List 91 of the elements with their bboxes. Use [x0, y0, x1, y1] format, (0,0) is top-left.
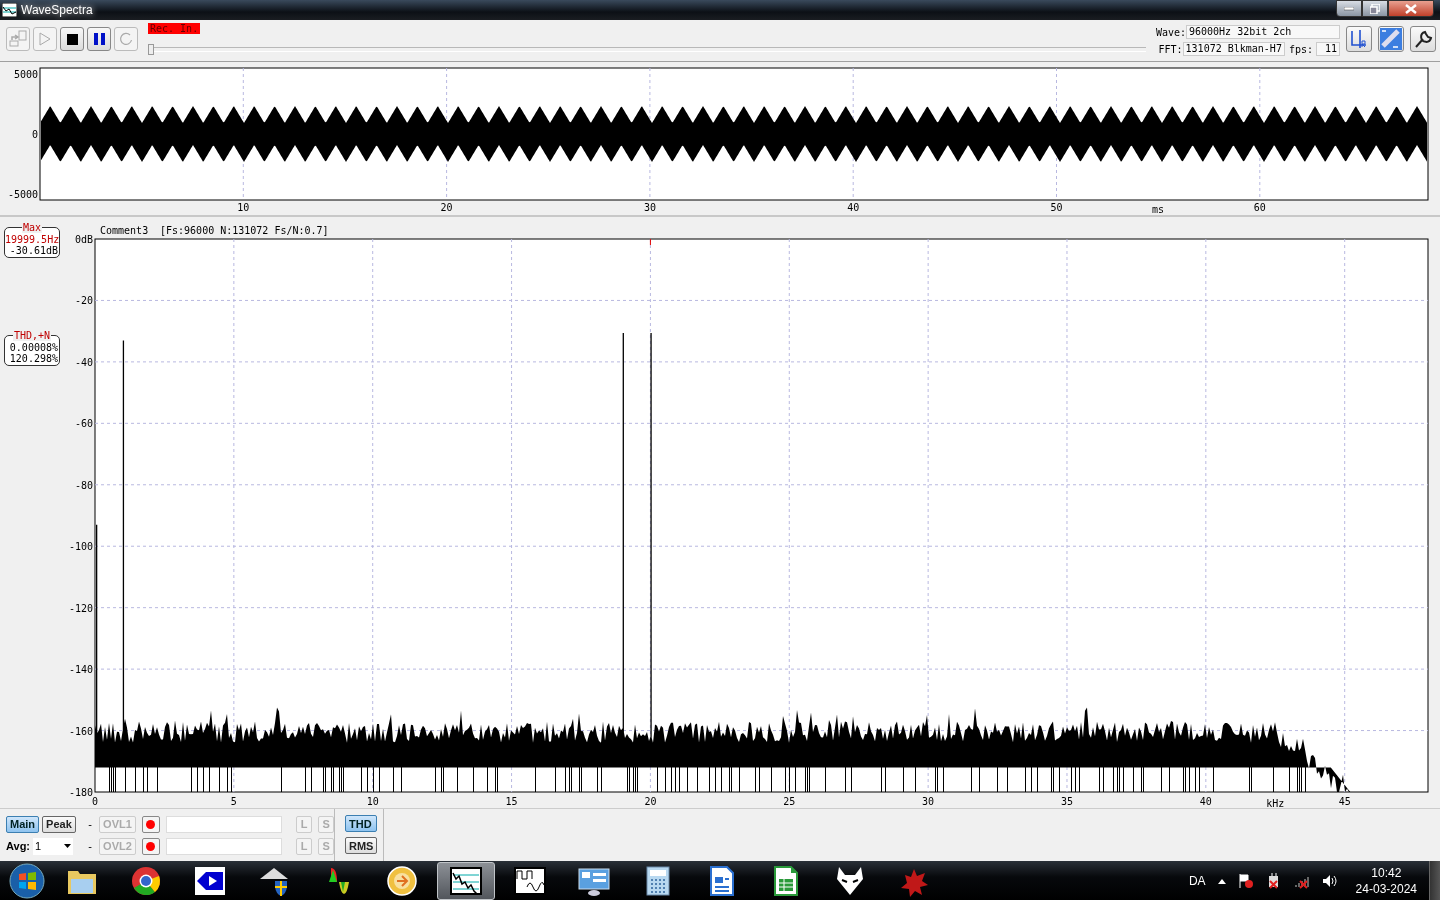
- axis-label: 20: [440, 202, 453, 213]
- axis-label: 50: [1050, 202, 1063, 213]
- input-field[interactable]: [165, 837, 283, 855]
- axis-label: 40: [1199, 796, 1212, 807]
- axis-label: -100: [68, 541, 93, 553]
- pause-icon: [93, 33, 105, 45]
- axis-label: 0: [31, 129, 38, 140]
- spectrum-icon[interactable]: [449, 865, 483, 897]
- input-label: Rec. In.: [148, 23, 201, 34]
- plot-comment: Comment3: [100, 225, 149, 236]
- thd-value: 0.00008%: [8, 342, 58, 353]
- axis-label: -80: [74, 479, 93, 491]
- close-icon: [1405, 3, 1417, 14]
- browser-icon[interactable]: [129, 865, 163, 897]
- start-button[interactable]: [7, 862, 47, 900]
- minimize-button[interactable]: [1336, 0, 1362, 17]
- record-button[interactable]: [141, 815, 160, 833]
- ruler-icon: [1380, 28, 1402, 50]
- refresh-icon: [119, 32, 133, 46]
- readout-title: Max: [21, 222, 43, 233]
- axis-label: 30: [922, 796, 935, 807]
- readout-title: THD,+N: [12, 330, 52, 341]
- wave-label: Wave:: [1155, 26, 1186, 38]
- axis-label: -5000: [7, 189, 38, 200]
- stop-icon: [66, 33, 78, 45]
- disc-icon[interactable]: [385, 865, 419, 897]
- axis-label: 10: [237, 202, 250, 213]
- axis-label: 25: [783, 796, 796, 807]
- maximize-button[interactable]: [1362, 0, 1388, 17]
- control-panel-icon[interactable]: [577, 865, 611, 897]
- axis-label: 5: [230, 796, 237, 807]
- axis-unit: kHz: [1266, 798, 1285, 808]
- main-button[interactable]: Main: [6, 815, 40, 833]
- axis-label: -160: [68, 725, 93, 737]
- speaker-icon[interactable]: [1321, 873, 1338, 889]
- export-icon: [9, 30, 27, 48]
- peak-frequency: 19999.5Hz: [5, 234, 58, 245]
- clock[interactable]: 10:42 24-03-2024: [1355, 865, 1417, 897]
- separator-dash: -: [87, 840, 93, 852]
- flag-icon[interactable]: [1237, 873, 1254, 889]
- separator-dash: -: [87, 818, 93, 830]
- play-icon[interactable]: [193, 865, 227, 897]
- app-icon: [2, 3, 17, 17]
- play-icon: [38, 32, 52, 46]
- fft-label: FFT:: [1158, 43, 1183, 55]
- rms-button[interactable]: RMS: [345, 837, 378, 854]
- axis-label: -20: [74, 295, 93, 307]
- axis-label: -180: [68, 787, 93, 798]
- axis-label: 45: [1338, 796, 1351, 807]
- axis-label: 30: [643, 202, 656, 213]
- position-slider[interactable]: [148, 47, 1146, 52]
- peak-button[interactable]: Peak: [42, 815, 76, 833]
- fps-label: fps:: [1288, 43, 1313, 55]
- axis-label: 20: [644, 796, 657, 807]
- thdn-value: 120.298%: [8, 353, 58, 364]
- tool-button[interactable]: [1410, 26, 1436, 52]
- input-field[interactable]: [165, 815, 283, 833]
- tray-arrow-icon[interactable]: [1217, 878, 1226, 884]
- toolbar-button[interactable]: [87, 27, 111, 51]
- axis-unit: ms: [1152, 204, 1164, 215]
- axis-label: 5000: [13, 69, 38, 80]
- avg-label: Avg:: [6, 840, 31, 852]
- record-button[interactable]: [141, 837, 160, 855]
- axis-label: 0: [92, 796, 98, 807]
- wrench-icon: [1413, 29, 1433, 49]
- axis-label: -120: [68, 602, 93, 614]
- peak-level: -30.61dB: [8, 245, 58, 256]
- axis-label: 10: [366, 796, 379, 807]
- axis-label: 60: [1253, 202, 1266, 213]
- avg-dropdown[interactable]: 1: [33, 837, 74, 855]
- peak-marker: [649, 238, 651, 246]
- fft-field: 131072 Blkman-H7: [1182, 42, 1285, 56]
- axis-label: -140: [68, 664, 93, 676]
- toolbar-button[interactable]: [60, 27, 84, 51]
- restore-icon: [1370, 3, 1380, 14]
- axis-label: 0dB: [74, 234, 93, 245]
- channel-icon: [1349, 29, 1369, 49]
- axis-label: -60: [74, 418, 93, 430]
- plot-parameters: [Fs:96000 N:131072 Fs/N:0.7]: [160, 225, 329, 236]
- thd-button[interactable]: THD: [345, 815, 378, 832]
- minimize-icon: [1344, 6, 1354, 11]
- caret-icon: [64, 844, 72, 848]
- axis-label: 40: [847, 202, 860, 213]
- close-button[interactable]: [1388, 0, 1434, 17]
- window-title: WaveSpectra: [21, 3, 93, 17]
- wave-format-field: 96000Hz 32bit 2ch: [1186, 25, 1340, 39]
- axis-label: 35: [1060, 796, 1073, 807]
- axis-label: -40: [74, 356, 93, 368]
- fps-field: 11: [1316, 42, 1340, 56]
- language-indicator[interactable]: DA: [1188, 874, 1206, 888]
- axis-label: 15: [505, 796, 518, 807]
